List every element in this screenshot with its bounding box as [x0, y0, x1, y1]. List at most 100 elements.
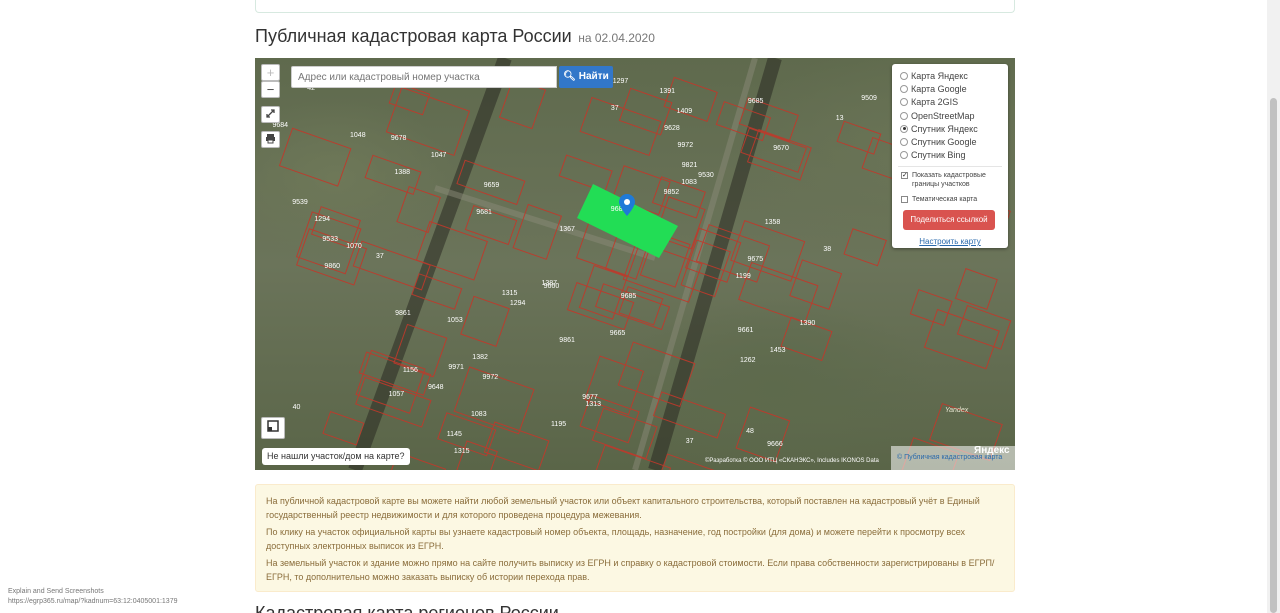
layer-option[interactable]: Спутник Яндекс	[900, 122, 1008, 135]
plot-boundary[interactable]	[738, 261, 819, 324]
layer-label: Карта Яндекс	[911, 70, 968, 81]
plot-number-label: 1053	[447, 317, 463, 324]
plot-boundary[interactable]	[956, 304, 1012, 350]
plot-number-label: 1199	[736, 273, 751, 280]
plot-number-label: 9852	[664, 189, 680, 196]
plot-boundary[interactable]	[923, 308, 1000, 370]
not-found-button[interactable]: Не нашли участок/дом на карте?	[262, 448, 410, 465]
thematic-option[interactable]: Тематическая карта	[900, 195, 1008, 204]
plot-number-label: 1156	[403, 367, 418, 374]
plot-number-label: 9666	[767, 441, 783, 448]
plot-number-label: 38	[823, 246, 831, 253]
plot-boundary[interactable]	[558, 154, 613, 193]
plot-boundary[interactable]	[460, 295, 510, 348]
plot-number-label: 9685	[748, 98, 764, 105]
plot-boundary[interactable]	[456, 440, 498, 470]
scrollbar[interactable]	[1267, 0, 1280, 613]
plot-number-label: 1070	[346, 243, 362, 250]
plot-number-label: 1294	[510, 300, 526, 307]
plot-boundary[interactable]	[735, 406, 791, 463]
scrollbar-thumb[interactable]	[1270, 98, 1277, 613]
layer-radio[interactable]	[900, 138, 908, 147]
plot-number-label: 9972	[483, 374, 499, 381]
plot-number-label: 1313	[585, 401, 601, 408]
plot-number-label: 13	[836, 115, 844, 122]
plot-number-label: 40	[293, 404, 301, 411]
plot-number-label: 9675	[748, 256, 764, 263]
boundaries-option[interactable]: ✓ Показать кадастровые границы участков	[900, 171, 1008, 189]
location-marker-icon[interactable]	[619, 194, 635, 216]
plot-number-label: 9648	[428, 384, 444, 391]
layer-option[interactable]: OpenStreetMap	[900, 109, 1008, 122]
yandex-logo: Яндекс	[974, 445, 1010, 456]
setup-map-link[interactable]: Настроить карту	[900, 237, 1000, 246]
fullscreen-icon[interactable]	[261, 106, 280, 123]
zoom-out-button[interactable]: −	[261, 81, 280, 98]
map-layers-icon[interactable]	[261, 417, 285, 439]
layer-radio[interactable]	[900, 84, 908, 93]
layer-label: Спутник Яндекс	[911, 123, 978, 134]
layer-label: Спутник Google	[911, 137, 977, 148]
plot-boundary[interactable]	[396, 185, 441, 234]
plot-number-label: 1367	[559, 226, 575, 233]
plot-boundary[interactable]	[651, 176, 706, 219]
search-button[interactable]: 🔍︎ Найти	[559, 66, 613, 88]
plot-boundary[interactable]	[364, 154, 422, 196]
layer-option[interactable]: Карта 2GIS	[900, 96, 1008, 109]
layer-radio[interactable]	[900, 124, 908, 133]
boundaries-checkbox[interactable]: ✓	[901, 172, 908, 180]
layer-radio[interactable]	[900, 71, 908, 80]
plot-number-label: 1297	[613, 78, 629, 85]
plot-boundary[interactable]	[843, 228, 887, 267]
plot-boundary[interactable]	[278, 127, 352, 187]
plot-number-label: 1083	[471, 411, 487, 418]
extension-title: Explain and Send Screenshots	[8, 588, 104, 595]
plot-number-label: 1387	[541, 280, 557, 287]
print-icon[interactable]	[261, 131, 280, 148]
plot-number-label: 1315	[454, 448, 470, 455]
layer-option[interactable]: Карта Google	[900, 82, 1008, 95]
info-box: На публичной кадастровой карте вы можете…	[255, 484, 1015, 592]
plot-boundary[interactable]	[322, 410, 365, 446]
thematic-checkbox[interactable]	[901, 196, 908, 204]
map-attribution: ©Разработка © ООО ИТЦ «СКАНЭКС», Include…	[705, 458, 879, 464]
plot-boundary[interactable]	[385, 86, 471, 157]
thematic-label: Тематическая карта	[912, 196, 978, 204]
layer-option[interactable]: Спутник Google	[900, 135, 1008, 148]
layer-radio[interactable]	[900, 151, 908, 160]
layer-radio[interactable]	[900, 98, 908, 107]
plot-number-label: 1358	[765, 219, 781, 226]
plot-number-label: 1057	[389, 391, 405, 398]
regions-heading: Кадастровая карта регионов России	[255, 603, 559, 613]
plot-number-label: 9509	[861, 95, 877, 102]
search-button-label: Найти	[578, 71, 609, 82]
page-title: Публичная кадастровая карта России на 02…	[255, 26, 655, 47]
info-paragraph: По клику на участок официальной карты вы…	[266, 527, 966, 551]
plot-number-label: 1047	[431, 152, 447, 159]
plot-number-label: 9539	[292, 199, 308, 206]
layer-option[interactable]: Карта Яндекс	[900, 69, 1008, 82]
cadastral-map[interactable]: 1354140996709659135896759685966511564096…	[255, 58, 1015, 470]
page-title-text: Публичная кадастровая карта России	[255, 26, 572, 46]
plot-number-label: 1382	[472, 354, 488, 361]
share-link-button[interactable]: Поделиться ссылкой	[903, 210, 995, 231]
plot-boundary[interactable]	[909, 289, 953, 327]
plot-number-label: 9659	[484, 182, 500, 189]
plot-number-label: 9861	[395, 310, 411, 317]
plot-number-label: 9685	[621, 293, 637, 300]
plot-number-label: 1195	[551, 421, 566, 428]
layer-option[interactable]: Спутник Bing	[900, 149, 1008, 162]
plot-number-label: 1390	[800, 320, 816, 327]
plot-number-label: 9861	[559, 337, 575, 344]
plot-boundary[interactable]	[954, 267, 998, 310]
search-input[interactable]	[291, 66, 557, 88]
search-icon: 🔍︎	[563, 71, 576, 82]
plot-boundary[interactable]	[579, 96, 662, 157]
boundaries-label: Показать кадастровые границы участков	[912, 172, 986, 189]
layer-switcher: Карта Яндекс Карта Google Карта 2GIS OpenSt…	[892, 64, 1008, 248]
zoom-in-button[interactable]: +	[261, 64, 280, 81]
plot-boundary[interactable]	[566, 281, 635, 331]
plot-number-label: 1391	[659, 88, 675, 95]
plot-number-label: 9677	[582, 394, 598, 401]
layer-radio[interactable]	[900, 111, 908, 120]
